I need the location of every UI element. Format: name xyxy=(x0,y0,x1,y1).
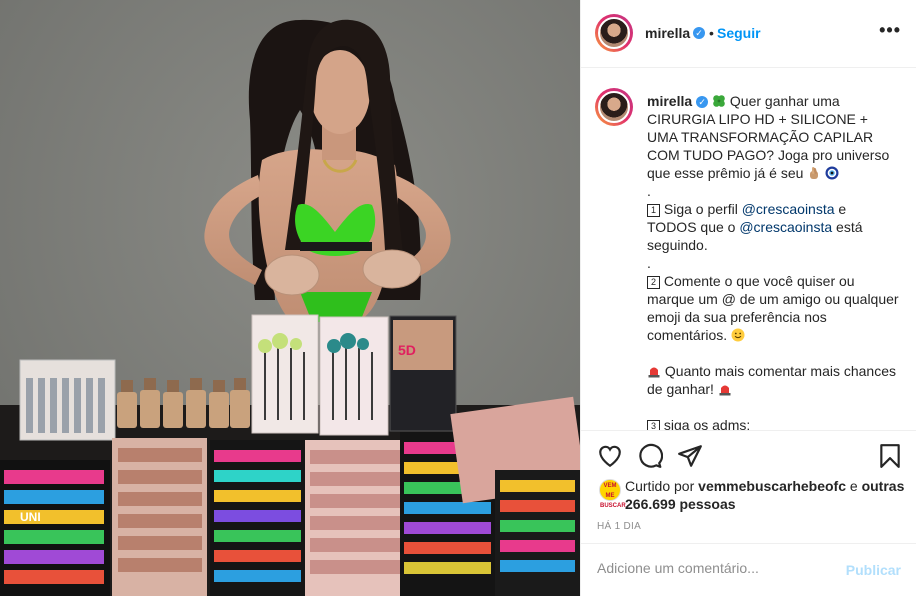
verified-badge-icon: ✓ xyxy=(693,27,705,39)
post-timestamp[interactable]: HÁ 1 DIA xyxy=(597,521,641,532)
step-3-number: 3 xyxy=(647,420,660,430)
heart-icon[interactable] xyxy=(597,443,623,469)
paper-plane-icon[interactable] xyxy=(677,443,703,469)
liked-by-prefix: Curtido por xyxy=(625,478,695,494)
post-header: mirella ✓ • Seguir ••• xyxy=(581,0,916,68)
caption-author-avatar[interactable] xyxy=(595,88,633,126)
smile-icon xyxy=(731,328,745,342)
post-side-panel: mirella ✓ • Seguir ••• mirella ✓ Quer gan… xyxy=(580,0,916,596)
palette-brand-label: UNI xyxy=(20,510,41,524)
police-light-icon xyxy=(648,367,660,378)
mention-link-2[interactable]: @crescaoinsta xyxy=(739,219,832,235)
comment-bar: Publicar xyxy=(581,543,916,596)
liked-by-conjunction: e xyxy=(849,478,858,494)
liker-username[interactable]: vemmebuscarhebeofc xyxy=(698,478,846,494)
header-separator: • xyxy=(709,25,714,41)
post-actions: VEM ME BUSCAR Curtido por vemmebuscarheb… xyxy=(581,430,916,543)
instagram-post-view: 5D UNI mirella ✓ • Seguir ••• mirella ✓ … xyxy=(0,0,916,596)
comment-bubble-icon[interactable] xyxy=(637,443,663,469)
post-photo[interactable]: 5D UNI xyxy=(0,0,580,596)
more-comments-text: Quanto mais comentar mais chances de gan… xyxy=(647,363,896,397)
step-2-number: 2 xyxy=(647,276,660,289)
step-2-text: Comente o que você quiser ou marque um @… xyxy=(647,273,899,343)
mention-link[interactable]: @crescaoinsta xyxy=(742,201,835,217)
step-1-text-a: Siga o perfil xyxy=(663,201,738,217)
lash-box-label: 5D xyxy=(398,342,416,358)
caption-dot-2: . xyxy=(647,255,651,271)
post-photo-illustration: 5D UNI xyxy=(0,0,580,596)
step-3-text: siga os adms: xyxy=(663,417,751,430)
comment-input[interactable] xyxy=(597,560,827,576)
nazar-amulet-icon xyxy=(825,166,839,180)
bookmark-icon[interactable] xyxy=(877,443,903,469)
caption-username[interactable]: mirella xyxy=(647,93,692,109)
liker-avatar[interactable]: VEM ME BUSCAR xyxy=(599,479,626,509)
more-options-icon[interactable]: ••• xyxy=(879,20,901,41)
author-avatar[interactable] xyxy=(595,14,633,52)
step-1-number: 1 xyxy=(647,204,660,217)
author-username[interactable]: mirella xyxy=(645,25,690,41)
caption-scroll-area[interactable]: mirella ✓ Quer ganhar uma CIRURGIA LIPO H… xyxy=(581,68,916,430)
post-caption: mirella ✓ Quer ganhar uma CIRURGIA LIPO H… xyxy=(647,92,899,430)
follow-button[interactable]: Seguir xyxy=(717,25,761,41)
publish-button[interactable]: Publicar xyxy=(846,562,901,578)
four-leaf-clover-icon xyxy=(713,95,725,107)
caption-dot-1: . xyxy=(647,183,651,199)
liked-by-text: Curtido por vemmebuscarhebeofc e outras … xyxy=(625,477,905,513)
caption-verified-badge-icon: ✓ xyxy=(696,96,709,108)
crossed-fingers-icon xyxy=(810,167,819,179)
police-light-icon-2 xyxy=(719,385,731,396)
